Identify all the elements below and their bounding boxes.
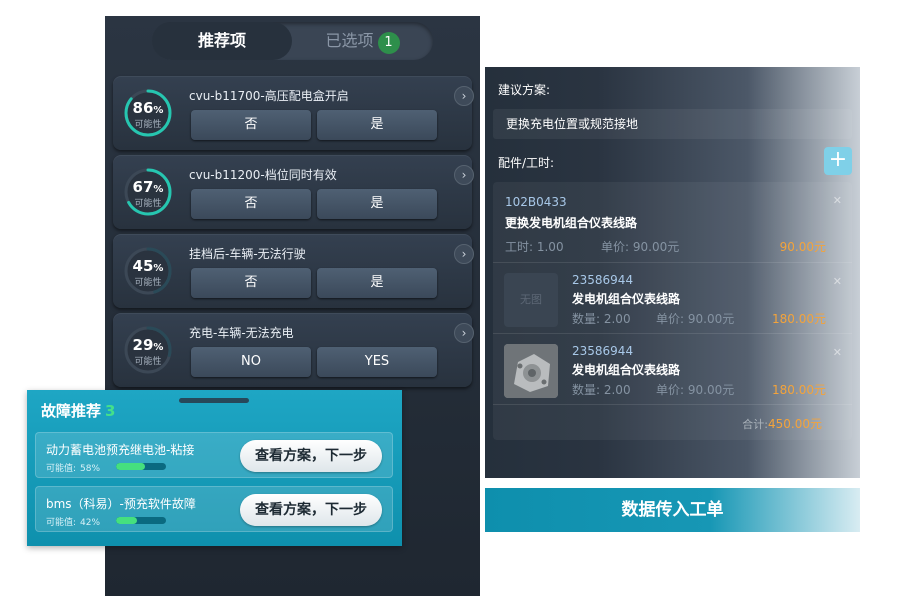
- total: 合计:450.00元: [742, 417, 822, 431]
- part-price: 单价: 90.00元: [656, 312, 735, 326]
- no-button[interactable]: 否: [191, 189, 311, 219]
- probability-caption: 可能性: [134, 357, 162, 367]
- recommendation-card: 67% 可能性 cvu-b11200-档位同时有效 否 是 ›: [113, 155, 474, 229]
- parts-label: 配件/工时:: [498, 156, 555, 170]
- recommendation-title: 充电-车辆-无法充电: [189, 326, 294, 340]
- no-button[interactable]: NO: [191, 347, 311, 377]
- part-price: 单价: 90.00元: [656, 383, 735, 397]
- probability-value: 45%: [132, 257, 164, 275]
- fault-probability: 可能值: 42%: [46, 518, 101, 528]
- recommendation-card: 45% 可能性 挂档后-车辆-无法行驶 否 是 ›: [113, 234, 474, 308]
- recommendation-title: cvu-b11700-高压配电盒开启: [189, 89, 349, 103]
- suggestion-label: 建议方案:: [498, 83, 551, 97]
- probability-bar: [116, 517, 166, 524]
- plus-icon[interactable]: +: [824, 147, 852, 175]
- probability-value: 67%: [132, 178, 164, 196]
- no-button[interactable]: 否: [191, 110, 311, 140]
- chevron-right-icon[interactable]: ›: [454, 323, 474, 343]
- tab-recommended[interactable]: 推荐项: [152, 22, 292, 60]
- probability-ring: 67% 可能性: [122, 166, 174, 218]
- recommendation-title: 挂档后-车辆-无法行驶: [189, 247, 306, 261]
- screen: 推荐项 已选项 1 86% 可能性 cvu-b11700-高压配电盒开启 否 是 …: [0, 0, 900, 613]
- recommendation-title: cvu-b11200-档位同时有效: [189, 168, 337, 182]
- part-code: 23586944: [572, 273, 634, 287]
- probability-ring: 86% 可能性: [122, 87, 174, 139]
- probability-bar: [116, 463, 166, 470]
- part-photo-graphic: [504, 344, 558, 398]
- probability-caption: 可能性: [134, 278, 162, 288]
- fault-count: 3: [105, 402, 116, 420]
- close-icon[interactable]: ✕: [833, 275, 842, 288]
- fault-title-label: 故障推荐: [41, 402, 102, 420]
- tab-selected-label: 已选项: [325, 31, 374, 50]
- view-plan-next-button[interactable]: 查看方案，下一步: [240, 440, 382, 472]
- part-code: 102B0433: [505, 195, 567, 209]
- part-qty: 数量: 2.00: [572, 312, 631, 326]
- fault-name: 动力蓄电池预充继电池-粘接: [46, 443, 195, 457]
- fault-item: 动力蓄电池预充继电池-粘接 可能值: 58% 查看方案，下一步: [35, 432, 393, 478]
- view-plan-next-button[interactable]: 查看方案，下一步: [240, 494, 382, 526]
- chevron-right-icon[interactable]: ›: [454, 86, 474, 106]
- fault-item: bms（科易）-预充软件故障 可能值: 42% 查看方案，下一步: [35, 486, 393, 532]
- drag-handle[interactable]: [179, 398, 249, 403]
- part-code: 23586944: [572, 344, 634, 358]
- probability-caption: 可能性: [134, 120, 162, 130]
- tab-switcher: 推荐项 已选项 1: [152, 22, 433, 60]
- yes-button[interactable]: YES: [317, 347, 437, 377]
- yes-button[interactable]: 是: [317, 268, 437, 298]
- probability-caption: 可能性: [134, 199, 162, 209]
- fault-panel-title: 故障推荐 3: [41, 400, 115, 421]
- tab-selected[interactable]: 已选项 1: [292, 22, 433, 60]
- recommendation-card: 29% 可能性 充电-车辆-无法充电 NO YES ›: [113, 313, 474, 387]
- part-qty: 工时: 1.00: [505, 240, 564, 254]
- close-icon[interactable]: ✕: [833, 194, 842, 207]
- fault-probability: 可能值: 58%: [46, 464, 101, 474]
- no-button[interactable]: 否: [191, 268, 311, 298]
- part-amount: 180.00元: [772, 383, 826, 397]
- selected-count-badge: 1: [377, 32, 400, 54]
- chevron-right-icon[interactable]: ›: [454, 244, 474, 264]
- part-image: [504, 344, 558, 398]
- probability-ring: 29% 可能性: [122, 324, 174, 376]
- part-name: 发电机组合仪表线路: [572, 363, 681, 377]
- part-item: 无图 23586944 发电机组合仪表线路 数量: 2.00 单价: 90.00…: [493, 263, 852, 334]
- probability-value: 86%: [132, 99, 164, 117]
- yes-button[interactable]: 是: [317, 189, 437, 219]
- part-item: 23586944 发电机组合仪表线路 数量: 2.00 单价: 90.00元 1…: [493, 334, 852, 405]
- close-icon[interactable]: ✕: [833, 346, 842, 359]
- submit-to-work-order-button[interactable]: 数据传入工单: [485, 488, 860, 532]
- chevron-right-icon[interactable]: ›: [454, 165, 474, 185]
- part-amount: 180.00元: [772, 312, 826, 326]
- recommendation-card: 86% 可能性 cvu-b11700-高压配电盒开启 否 是 ›: [113, 76, 474, 150]
- no-image-placeholder: 无图: [504, 273, 558, 327]
- suggestion-field[interactable]: 更换充电位置或规范接地: [493, 109, 852, 139]
- part-name: 发电机组合仪表线路: [572, 292, 681, 306]
- part-item: 102B0433 更换发电机组合仪表线路 工时: 1.00 单价: 90.00元…: [493, 182, 852, 263]
- yes-button[interactable]: 是: [317, 110, 437, 140]
- part-amount: 90.00元: [779, 240, 826, 254]
- fault-recommendation-panel: 故障推荐 3 动力蓄电池预充继电池-粘接 可能值: 58% 查看方案，下一步 bms…: [27, 390, 402, 546]
- plan-panel: 建议方案: 更换充电位置或规范接地 配件/工时: + 102B0433 更换发电…: [485, 67, 860, 478]
- fault-name: bms（科易）-预充软件故障: [46, 497, 196, 511]
- probability-ring: 45% 可能性: [122, 245, 174, 297]
- part-price: 单价: 90.00元: [601, 240, 680, 254]
- part-name: 更换发电机组合仪表线路: [505, 216, 638, 230]
- parts-list: 102B0433 更换发电机组合仪表线路 工时: 1.00 单价: 90.00元…: [493, 182, 852, 440]
- part-qty: 数量: 2.00: [572, 383, 631, 397]
- probability-value: 29%: [132, 336, 164, 354]
